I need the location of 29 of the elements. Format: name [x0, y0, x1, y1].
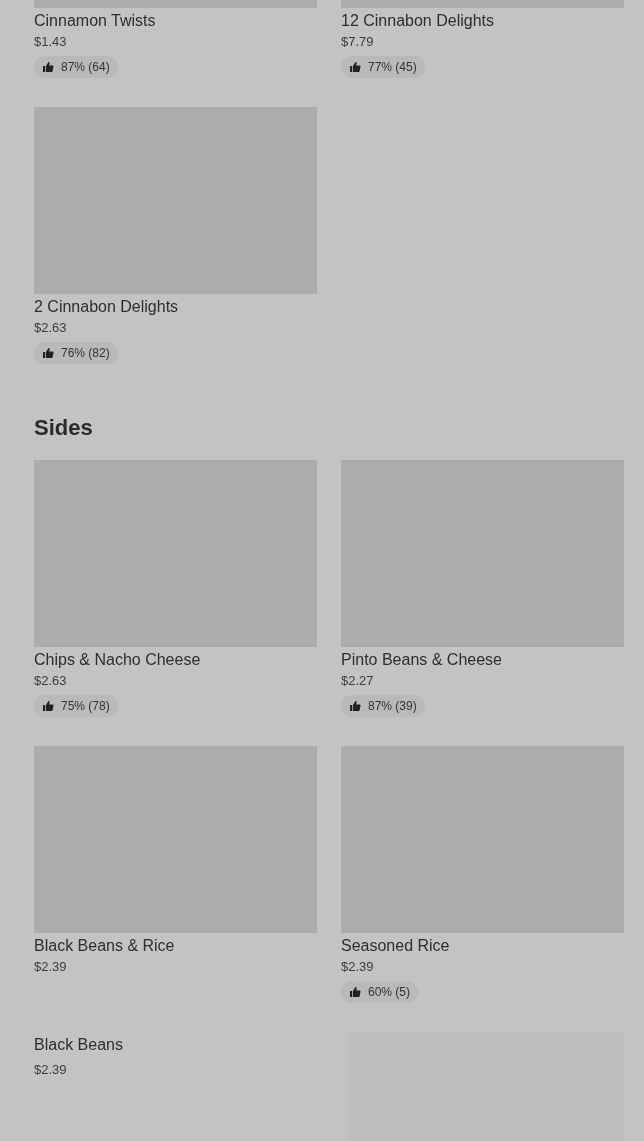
- item-price: $2.39: [34, 1062, 68, 1078]
- item-name[interactable]: 2 Cinnabon Delights: [34, 297, 179, 317]
- item-price: $2.39: [341, 959, 374, 975]
- item-price: $2.39: [34, 959, 67, 975]
- item-price: $7.79: [341, 34, 374, 50]
- thumbs-up-icon: [349, 61, 361, 73]
- item-name[interactable]: Pinto Beans & Cheese: [341, 650, 502, 670]
- item-name[interactable]: Cinnamon Twists: [34, 11, 156, 31]
- item-name[interactable]: 12 Cinnabon Delights: [341, 11, 494, 31]
- section-heading: Sides: [34, 415, 94, 441]
- rating-text: 87% (39): [368, 699, 417, 713]
- thumbs-up-icon: [42, 347, 54, 359]
- rating-text: 77% (45): [368, 60, 417, 74]
- item-name[interactable]: Black Beans: [34, 1035, 123, 1055]
- item-name[interactable]: Black Beans & Rice: [34, 936, 175, 956]
- item-price: $1.43: [34, 34, 67, 50]
- rating-text: 60% (5): [368, 985, 411, 999]
- thumbs-up-icon: [349, 986, 361, 998]
- item-name[interactable]: Chips & Nacho Cheese: [34, 650, 201, 670]
- thumbs-up-icon: [42, 61, 54, 73]
- rating-text: 87% (64): [61, 60, 110, 74]
- rating-text: 75% (78): [61, 699, 110, 713]
- thumbs-up-icon: [349, 700, 361, 712]
- item-price: $2.63: [34, 673, 67, 689]
- thumbs-up-icon: [42, 700, 54, 712]
- item-price: $2.27: [341, 673, 374, 689]
- rating-text: 76% (82): [61, 346, 110, 360]
- item-price: $2.63: [34, 320, 67, 336]
- item-name[interactable]: Seasoned Rice: [341, 936, 450, 956]
